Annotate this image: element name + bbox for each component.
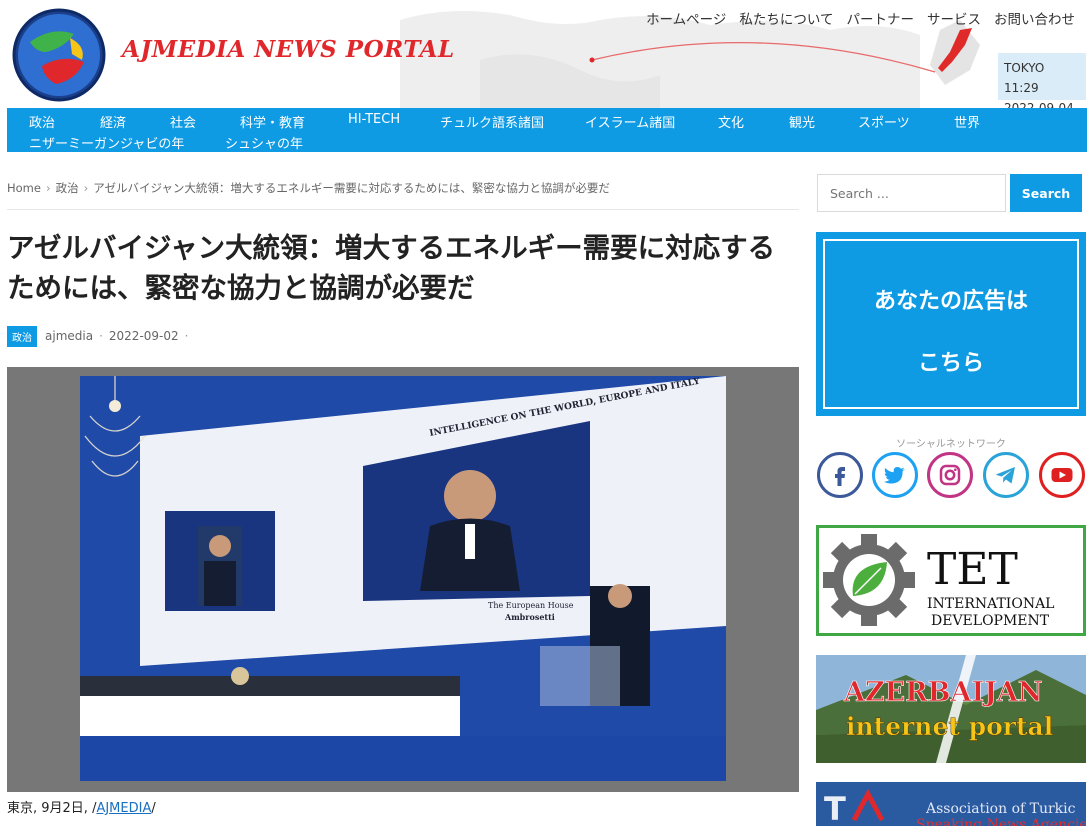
ad-inner-border: あなたの広告は こちら bbox=[823, 239, 1079, 409]
cat-tourism[interactable]: 観光 bbox=[789, 112, 815, 131]
chevron-right-icon: › bbox=[45, 181, 51, 195]
cat-shusha-year[interactable]: シュシャの年 bbox=[225, 133, 303, 152]
dateline-suffix: / bbox=[151, 801, 156, 816]
top-nav: ホームページ 私たちについて パートナー サービス お問い合わせ bbox=[646, 8, 1075, 28]
featured-image: INTELLIGENCE ON THE WORLD, EUROPE AND IT… bbox=[80, 376, 726, 781]
tka-banner-art: T Association of Turkic Speaking News Ag… bbox=[816, 782, 1086, 826]
tet-banner-art: TET INTERNATIONAL DEVELOPMENT bbox=[823, 534, 1054, 629]
cat-economy[interactable]: 経済 bbox=[100, 112, 126, 131]
social-network-title: ソーシャルネットワーク bbox=[896, 439, 1006, 450]
tet-banner-line1: INTERNATIONAL bbox=[927, 596, 1054, 612]
breadcrumb: Home › 政治 › アゼルバイジャン大統領：増大するエネルギー需要に対応するためには… bbox=[7, 180, 610, 196]
site-logo[interactable] bbox=[12, 8, 106, 102]
dateline-source-link[interactable]: AJMEDIA bbox=[96, 801, 151, 816]
site-title[interactable]: AJMEDIA NEWS PORTAL bbox=[122, 36, 455, 63]
breadcrumb-divider bbox=[7, 209, 799, 210]
top-nav-contact[interactable]: お問い合わせ bbox=[994, 8, 1075, 28]
cat-hi-tech[interactable]: HI-TECH bbox=[348, 112, 400, 127]
cat-society[interactable]: 社会 bbox=[170, 112, 196, 131]
screen-brand-sub: Ambrosetti bbox=[504, 612, 555, 622]
tokyo-time: TOKYO 11:29 bbox=[1004, 61, 1045, 95]
cat-politics[interactable]: 政治 bbox=[29, 112, 55, 131]
telegram-icon[interactable] bbox=[983, 452, 1029, 498]
top-nav-services[interactable]: サービス bbox=[927, 8, 981, 28]
screen-brand: The European House bbox=[488, 601, 574, 610]
cat-sports[interactable]: スポーツ bbox=[858, 112, 910, 131]
article-dateline: 東京, 9月2日, /AJMEDIA/ bbox=[7, 797, 156, 816]
article-title: アゼルバイジャン大統領：増大するエネルギー需要に対応するためには、緊密な協力と協… bbox=[7, 232, 776, 304]
meta-separator: · bbox=[99, 329, 103, 343]
top-nav-about[interactable]: 私たちについて bbox=[739, 8, 833, 28]
az-banner-line1: AZERBAIJAN bbox=[843, 677, 1042, 708]
breadcrumb-home[interactable]: Home bbox=[7, 181, 41, 195]
cat-islamic-countries[interactable]: イスラーム諸国 bbox=[585, 112, 675, 131]
tet-banner-title: TET bbox=[927, 544, 1018, 595]
article-author[interactable]: ajmedia bbox=[45, 329, 93, 343]
cat-culture[interactable]: 文化 bbox=[718, 112, 744, 131]
search-button[interactable]: Search bbox=[1010, 174, 1082, 212]
chevron-right-icon: › bbox=[83, 181, 89, 195]
article-meta: 政治 ajmedia · 2022-09-02 · bbox=[7, 325, 194, 347]
ad-text-line2: こちら bbox=[917, 351, 984, 376]
article-date: 2022-09-02 bbox=[108, 329, 179, 343]
youtube-icon[interactable] bbox=[1039, 452, 1085, 498]
top-nav-partners[interactable]: パートナー bbox=[847, 8, 915, 28]
meta-separator: · bbox=[184, 329, 189, 343]
tka-banner-line1: Association of Turkic bbox=[925, 801, 1076, 817]
tka-banner-line2: Speaking News Agencies bbox=[916, 817, 1086, 826]
dateline-prefix: 東京, 9月2日, / bbox=[7, 801, 97, 816]
category-nav: 政治 経済 社会 科学・教育 HI-TECH チュルク語系諸国 イスラーム諸国 … bbox=[7, 108, 1087, 152]
facebook-icon[interactable] bbox=[817, 452, 863, 498]
az-banner-art: AZERBAIJAN internet portal bbox=[816, 655, 1086, 763]
site-header: AJMEDIA NEWS PORTAL ホームページ 私たちについて パートナー… bbox=[0, 0, 1089, 108]
instagram-icon[interactable] bbox=[927, 452, 973, 498]
cat-turkic-countries[interactable]: チュルク語系諸国 bbox=[440, 112, 544, 131]
cat-science-education[interactable]: 科学・教育 bbox=[240, 112, 305, 131]
az-banner-line2: internet portal bbox=[846, 712, 1053, 741]
svg-text:T: T bbox=[824, 790, 846, 826]
azerbaijan-portal-banner[interactable]: AZERBAIJAN internet portal bbox=[816, 655, 1086, 763]
tet-banner-line2: DEVELOPMENT bbox=[931, 613, 1050, 629]
tokyo-date: 2022-09-04 bbox=[1004, 101, 1074, 108]
breadcrumb-category[interactable]: 政治 bbox=[56, 181, 79, 195]
breadcrumb-current: アゼルバイジャン大統領：増大するエネルギー需要に対応するためには、緊密な協力と協… bbox=[93, 181, 610, 195]
tet-international-banner[interactable]: TET INTERNATIONAL DEVELOPMENT bbox=[816, 525, 1086, 636]
turkic-news-agencies-banner[interactable]: T Association of Turkic Speaking News Ag… bbox=[816, 782, 1086, 826]
ad-text-line1: あなたの広告は bbox=[873, 289, 1028, 314]
ad-placeholder[interactable]: あなたの広告は こちら bbox=[816, 232, 1086, 416]
top-nav-home[interactable]: ホームページ bbox=[646, 8, 726, 28]
tokyo-clock: TOKYO 11:29 2022-09-04 bbox=[998, 53, 1086, 108]
category-badge[interactable]: 政治 bbox=[7, 325, 37, 347]
search-input[interactable] bbox=[817, 174, 1006, 212]
cat-nizami-year[interactable]: ニザーミーガンジャビの年 bbox=[29, 133, 184, 152]
cat-world[interactable]: 世界 bbox=[954, 112, 980, 131]
conference-photo: INTELLIGENCE ON THE WORLD, EUROPE AND IT… bbox=[80, 376, 726, 781]
twitter-icon[interactable] bbox=[872, 452, 918, 498]
